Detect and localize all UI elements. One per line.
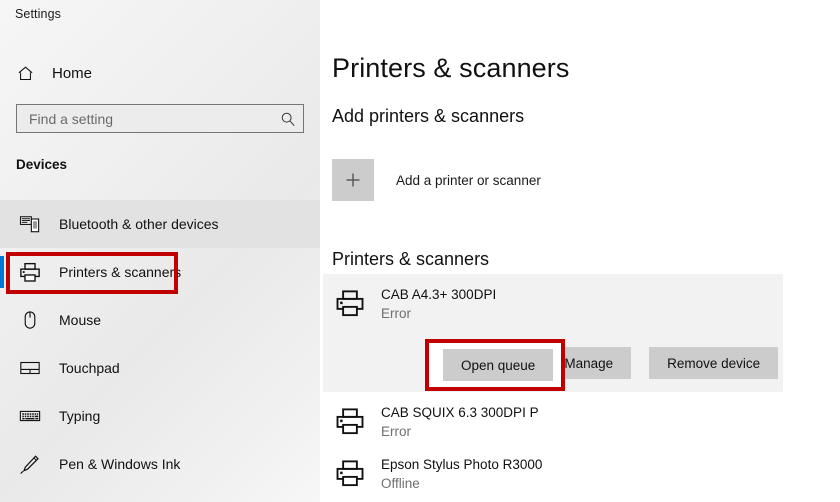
manage-button[interactable]: Manage <box>546 347 631 379</box>
printer-icon <box>333 404 367 438</box>
mouse-icon <box>18 308 42 332</box>
add-printer-button[interactable]: Add a printer or scanner <box>332 159 541 201</box>
bluetooth-devices-icon <box>18 212 42 236</box>
sidebar-item-bluetooth-other-devices[interactable]: Bluetooth & other devices <box>0 200 320 248</box>
page-title: Printers & scanners <box>332 53 570 84</box>
printer-icon <box>333 456 367 490</box>
printer-list-item[interactable]: Epson Stylus Photo R3000 Offline <box>333 456 542 493</box>
selection-accent-bar <box>0 256 4 288</box>
sidebar-item-printers-scanners-label: Printers & scanners <box>59 264 181 280</box>
sidebar-item-mouse-label: Mouse <box>59 312 101 328</box>
sidebar-item-pen-windows-ink-label: Pen & Windows Ink <box>59 456 180 472</box>
remove-device-button[interactable]: Remove device <box>649 347 778 379</box>
printer-name: CAB A4.3+ 300DPI <box>381 287 496 302</box>
home-icon <box>16 64 42 83</box>
printer-info: Epson Stylus Photo R3000 Offline <box>381 456 542 493</box>
add-section-heading: Add printers & scanners <box>332 106 524 127</box>
plus-icon <box>332 159 374 201</box>
open-queue-button-wrapper: Open queue <box>443 349 553 381</box>
printer-info: CAB A4.3+ 300DPI Error <box>381 286 496 323</box>
sidebar-item-bluetooth-other-devices-label: Bluetooth & other devices <box>59 216 219 232</box>
printer-icon <box>333 286 367 320</box>
sidebar-section-header: Devices <box>16 157 67 172</box>
sidebar: Settings Home Devices <box>0 0 320 502</box>
printer-list-item[interactable]: CAB A4.3+ 300DPI Error <box>333 286 496 323</box>
sidebar-item-typing[interactable]: Typing <box>0 392 320 440</box>
search-icon <box>273 111 303 127</box>
sidebar-item-touchpad[interactable]: Touchpad <box>0 344 320 392</box>
printer-name: CAB SQUIX 6.3 300DPI P <box>381 405 539 420</box>
printer-name: Epson Stylus Photo R3000 <box>381 457 542 472</box>
printer-list-heading: Printers & scanners <box>332 249 489 270</box>
printer-status: Offline <box>381 476 420 491</box>
open-queue-button[interactable]: Open queue <box>443 349 553 381</box>
sidebar-nav-list: Bluetooth & other devices Printers & sca… <box>0 200 320 488</box>
sidebar-item-touchpad-label: Touchpad <box>59 360 120 376</box>
sidebar-item-mouse[interactable]: Mouse <box>0 296 320 344</box>
sidebar-item-pen-windows-ink[interactable]: Pen & Windows Ink <box>0 440 320 488</box>
add-printer-button-label: Add a printer or scanner <box>396 173 541 188</box>
main-content: Printers & scanners Add printers & scann… <box>320 0 840 502</box>
settings-window: Settings Home Devices <box>0 0 840 502</box>
search-input[interactable] <box>17 111 273 127</box>
keyboard-icon <box>18 404 42 428</box>
touchpad-icon <box>18 356 42 380</box>
sidebar-item-printers-scanners[interactable]: Printers & scanners <box>0 248 320 296</box>
printer-status: Error <box>381 424 411 439</box>
printer-icon <box>18 260 42 284</box>
app-title: Settings <box>15 7 61 21</box>
printer-status: Error <box>381 306 411 321</box>
printer-list-item[interactable]: CAB SQUIX 6.3 300DPI P Error <box>333 404 539 441</box>
printer-info: CAB SQUIX 6.3 300DPI P Error <box>381 404 539 441</box>
search-box[interactable] <box>16 104 304 133</box>
sidebar-item-home-label: Home <box>52 65 92 82</box>
sidebar-item-home[interactable]: Home <box>0 56 320 90</box>
pen-icon <box>18 452 42 476</box>
sidebar-item-typing-label: Typing <box>59 408 100 424</box>
